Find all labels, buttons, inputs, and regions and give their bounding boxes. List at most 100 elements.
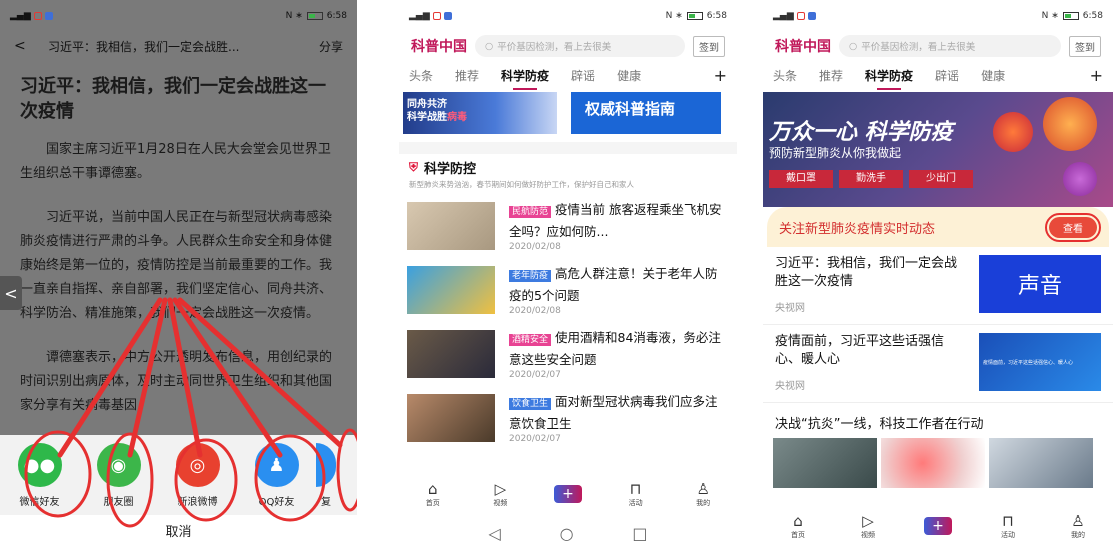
- tab-headline[interactable]: 头条: [409, 67, 433, 84]
- nav-mine[interactable]: ♙ 我的: [1058, 512, 1098, 540]
- sign-in-button[interactable]: 签到: [693, 35, 725, 57]
- nav-label: 活动: [628, 499, 643, 507]
- news-date: 2020/02/07: [509, 370, 561, 380]
- battery-icon: [1062, 12, 1079, 20]
- news-thumbnail: [407, 266, 495, 314]
- nav-video[interactable]: ▷ 视频: [480, 480, 520, 508]
- tab-science-prevention[interactable]: 科学防疫: [501, 67, 549, 90]
- share-button[interactable]: 分享: [319, 38, 343, 55]
- tab-health[interactable]: 健康: [617, 67, 641, 84]
- phone-article-share: ▂▄▆ N ∗ 6:58 < 习近平：我相信，我们一定会战胜... 分享 习近平：…: [0, 0, 357, 551]
- bookmark-icon: ⊓: [1002, 512, 1014, 530]
- status-time: 6:58: [1082, 11, 1103, 21]
- shield-icon: ⛨: [409, 160, 419, 174]
- nav-home[interactable]: ⌂ 首页: [413, 480, 453, 508]
- tab-headline[interactable]: 头条: [773, 67, 797, 84]
- app-icon: [443, 12, 452, 20]
- banner-together[interactable]: 同舟共济 科学战胜病毒: [403, 92, 557, 134]
- share-moments[interactable]: ◉ 朋友圈: [79, 443, 158, 508]
- feature-image[interactable]: [881, 438, 985, 488]
- system-back-button[interactable]: ◁: [488, 524, 500, 543]
- tab-rumor[interactable]: 辟谣: [935, 67, 959, 84]
- nav-label: 我的: [1071, 531, 1085, 539]
- signal-icon: ▂▄▆: [773, 11, 794, 21]
- feature-title[interactable]: 决战“抗炎”一线，科技工作者在行动: [763, 403, 1113, 438]
- add-tab-button[interactable]: +: [714, 66, 727, 85]
- hero-tag: 勤洗手: [839, 170, 903, 188]
- nav-label: 活动: [1001, 531, 1015, 539]
- feature-images: [763, 438, 1113, 488]
- qq-icon: ♟: [254, 443, 299, 487]
- share-qq[interactable]: ♟ QQ好友: [237, 443, 316, 508]
- add-tab-button[interactable]: +: [1090, 66, 1103, 85]
- user-icon: ♙: [696, 480, 710, 498]
- tab-recommend[interactable]: 推荐: [455, 67, 479, 84]
- news-tag: 饮食卫生: [509, 398, 552, 410]
- tab-health[interactable]: 健康: [981, 67, 1005, 84]
- weibo-icon: ◎: [175, 443, 220, 487]
- tab-recommend[interactable]: 推荐: [819, 67, 843, 84]
- nav-video[interactable]: ▷ 视频: [848, 512, 888, 540]
- system-recents-button[interactable]: □: [632, 524, 647, 543]
- news-item[interactable]: 老年防疫 高危人群注意！关于老年人防疫的5个问题 2020/02/08: [399, 258, 737, 322]
- tab-bar: 头条 推荐 科学防疫 辟谣 健康 +: [763, 60, 1113, 90]
- search-input[interactable]: ○ 平价基因检测，看上去很美: [475, 35, 685, 57]
- search-icon: ○: [849, 40, 858, 52]
- news-item[interactable]: 饮食卫生 面对新型冠状病毒我们应多注意饮食卫生 2020/02/07: [399, 386, 737, 450]
- view-button[interactable]: 查看: [1045, 212, 1101, 242]
- app-icon: [33, 12, 42, 20]
- article-paragraph: 谭德塞表示，中方公开透明发布信息，用创纪录的时间识别出病原体，及时主动同世界卫生…: [20, 350, 333, 413]
- virus-icon: [1043, 97, 1097, 151]
- article-paragraph: 习近平说，当前中国人民正在与新型冠状病毒感染肺炎疫情进行严肃的斗争。人民群众生命…: [20, 210, 333, 321]
- sign-in-button[interactable]: 签到: [1069, 35, 1101, 57]
- banner-guide[interactable]: 权威科普指南: [571, 92, 721, 134]
- back-button[interactable]: <: [14, 38, 34, 54]
- hero-banner[interactable]: 万众一心 科学防疫 预防新型肺炎从你我做起 戴口罩 勤洗手 少出门: [763, 92, 1113, 207]
- wechat-icon: ●●: [17, 443, 62, 487]
- search-input[interactable]: ○ 平价基因检测，看上去很美: [839, 35, 1061, 57]
- news-item[interactable]: 酒精安全 使用酒精和84消毒液，务必注意这些安全问题 2020/02/07: [399, 322, 737, 386]
- share-qzone[interactable]: 复: [316, 443, 336, 508]
- phone-science-tab: ▂▄▆ N ∗ 6:58 科普中国 ○ 平价基因检测，看上去很美 签到 头条 推荐 …: [399, 0, 737, 551]
- side-back-arrow[interactable]: <: [0, 276, 22, 310]
- article-paragraph: 国家主席习近平1月28日在人民大会堂会见世界卫生组织总干事谭德塞。: [20, 142, 331, 181]
- nfc-icon: N ∗: [285, 11, 303, 21]
- feature-image[interactable]: [989, 438, 1093, 488]
- news-item[interactable]: 民航防范 疫情当前 旅客返程乘坐飞机安全吗？应如何防... 2020/02/08: [399, 194, 737, 258]
- news-date: 2020/02/08: [509, 306, 561, 316]
- nav-home[interactable]: ⌂ 首页: [778, 512, 818, 540]
- article-nav-title: 习近平：我相信，我们一定会战胜...: [48, 39, 240, 54]
- app-icon: [796, 12, 805, 20]
- share-sheet: ●● 微信好友 ◉ 朋友圈 ◎ 新浪微博 ♟ QQ好友 复 取消: [0, 435, 357, 551]
- app-icon: [432, 12, 441, 20]
- system-home-button[interactable]: ○: [560, 524, 574, 543]
- article-headline: 习近平：我相信，我们一定会战胜这一次疫情: [20, 76, 326, 122]
- article-nav: < 习近平：我相信，我们一定会战胜... 分享: [0, 32, 357, 60]
- nav-add[interactable]: +: [918, 517, 958, 535]
- news-item[interactable]: 习近平：我相信，我们一定会战胜这一次疫情 央视网 声音: [763, 247, 1113, 325]
- tab-science-prevention[interactable]: 科学防疫: [865, 67, 913, 90]
- phone-science-home: ▂▄▆ N ∗ 6:58 科普中国 ○ 平价基因检测，看上去很美 签到 头条 推荐 …: [763, 0, 1113, 551]
- share-weibo[interactable]: ◎ 新浪微博: [158, 443, 237, 508]
- signal-icon: ▂▄▆: [10, 11, 31, 21]
- nav-activity[interactable]: ⊓ 活动: [988, 512, 1028, 540]
- app-logo: 科普中国: [411, 39, 467, 55]
- cancel-button[interactable]: 取消: [0, 515, 357, 551]
- signal-icon: ▂▄▆: [409, 11, 430, 21]
- virus-icon: [993, 112, 1033, 152]
- tab-rumor[interactable]: 辟谣: [571, 67, 595, 84]
- news-source: 央视网: [775, 303, 805, 314]
- user-icon: ♙: [1071, 512, 1085, 530]
- nav-mine[interactable]: ♙ 我的: [683, 480, 723, 508]
- realtime-notice[interactable]: 关注新型肺炎疫情实时动态 查看: [767, 207, 1109, 247]
- nav-label: 首页: [791, 531, 805, 539]
- battery-icon: [306, 12, 323, 20]
- section-header: ⛨ 科学防控 新型肺炎来势汹汹，春节期间如何做好防护工作，保护好自己和家人: [399, 154, 737, 194]
- nav-activity[interactable]: ⊓ 活动: [616, 480, 656, 508]
- share-wechat[interactable]: ●● 微信好友: [0, 443, 79, 508]
- feature-image[interactable]: [773, 438, 877, 488]
- news-item[interactable]: 疫情面前，习近平这些话强信心、暖人心 央视网 疫情面前，习近平这些话强信心、暖人心: [763, 325, 1113, 403]
- nav-add[interactable]: +: [548, 485, 588, 503]
- nav-label: 我的: [696, 499, 711, 507]
- news-thumbnail: [407, 202, 495, 250]
